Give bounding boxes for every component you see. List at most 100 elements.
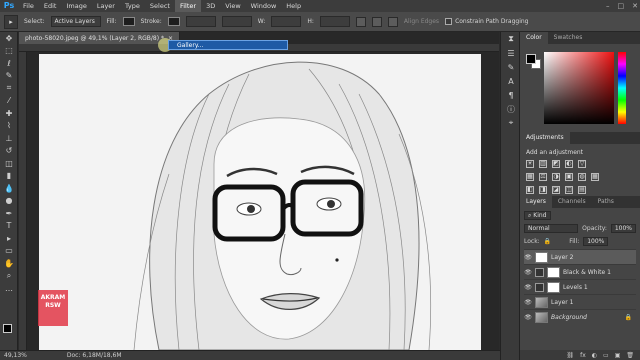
menu-file[interactable]: File — [18, 0, 39, 12]
maximize-button[interactable]: □ — [618, 2, 625, 10]
menu-3d[interactable]: 3D — [201, 0, 220, 12]
marquee-tool-icon[interactable]: ⬚ — [0, 45, 18, 58]
levels-icon[interactable]: ▥ — [539, 160, 547, 168]
character-icon[interactable]: A — [501, 74, 521, 88]
gradient-tool-icon[interactable]: ▮ — [0, 170, 18, 183]
fill-swatch[interactable] — [122, 17, 135, 26]
layer-row[interactable]: 👁 Background 🔒 — [524, 309, 636, 324]
paragraph-icon[interactable]: ¶ — [501, 88, 521, 102]
properties-icon[interactable]: ☰ — [501, 46, 521, 60]
visibility-eye-icon[interactable]: 👁 — [524, 254, 532, 261]
quick-select-tool-icon[interactable]: ✎ — [0, 70, 18, 83]
visibility-eye-icon[interactable]: 👁 — [524, 284, 532, 291]
width-field[interactable] — [271, 16, 302, 27]
move-tool-icon[interactable]: ✥ — [0, 32, 18, 45]
gradient-map-icon[interactable]: ▤ — [578, 186, 586, 194]
color-picker-field[interactable] — [544, 52, 614, 124]
height-field[interactable] — [319, 16, 350, 27]
tab-channels[interactable]: Channels — [552, 196, 592, 208]
layer-row[interactable]: 👁 Layer 1 — [524, 294, 636, 309]
hue-saturation-icon[interactable]: ▦ — [526, 173, 534, 181]
menu-view[interactable]: View — [220, 0, 245, 12]
minimize-button[interactable]: – — [606, 2, 610, 10]
menu-edit[interactable]: Edit — [39, 0, 62, 12]
clone-stamp-icon[interactable]: ⊥ — [0, 132, 18, 145]
foreground-color-swatch[interactable] — [3, 324, 12, 333]
panel-foreground-swatch[interactable] — [526, 54, 536, 64]
hue-slider[interactable] — [618, 52, 626, 124]
lasso-tool-icon[interactable]: ℓ — [0, 57, 18, 70]
layer-style-icon[interactable]: fx — [580, 352, 586, 359]
delete-layer-icon[interactable]: 🗑 — [626, 352, 634, 359]
stroke-type-dropdown[interactable] — [221, 16, 252, 27]
path-selection-tool-icon[interactable]: ▸ — [4, 14, 18, 29]
menu-image[interactable]: Image — [61, 0, 91, 12]
add-mask-icon[interactable]: ◐ — [592, 352, 597, 359]
image-canvas[interactable] — [39, 54, 481, 350]
crop-tool-icon[interactable]: ⌗ — [0, 82, 18, 95]
black-white-icon[interactable]: ◑ — [552, 173, 560, 181]
menu-help[interactable]: Help — [281, 0, 306, 12]
link-layers-icon[interactable]: ⛓ — [566, 352, 574, 359]
menu-filter[interactable]: Filter — [174, 0, 202, 12]
threshold-icon[interactable]: ◪ — [552, 186, 560, 194]
vibrance-icon[interactable]: ▽ — [578, 160, 586, 168]
zoom-tool-icon[interactable]: ⌕ — [0, 270, 18, 283]
channel-mixer-icon[interactable]: ◍ — [578, 173, 586, 181]
visibility-eye-icon[interactable]: 👁 — [524, 314, 532, 321]
select-dropdown[interactable]: Active Layers — [50, 16, 101, 27]
menu-type[interactable]: Type — [120, 0, 145, 12]
layer-row[interactable]: 👁 Layer 2 — [524, 249, 636, 264]
blur-tool-icon[interactable]: 💧 — [0, 182, 18, 195]
visibility-eye-icon[interactable]: 👁 — [524, 269, 532, 276]
info-icon[interactable]: ⓘ — [501, 102, 521, 116]
type-tool-icon[interactable]: T — [0, 220, 18, 233]
brightness-contrast-icon[interactable]: ☀ — [526, 160, 534, 168]
tab-paths[interactable]: Paths — [592, 196, 620, 208]
menu-select[interactable]: Select — [145, 0, 175, 12]
close-button[interactable]: ✕ — [632, 2, 638, 10]
photo-filter-icon[interactable]: ▣ — [565, 173, 573, 181]
visibility-eye-icon[interactable]: 👁 — [524, 299, 532, 306]
tab-color[interactable]: Color — [520, 32, 548, 44]
lock-icon[interactable]: 🔒 — [544, 238, 551, 245]
eyedropper-tool-icon[interactable]: ⁄ — [0, 95, 18, 108]
layer-filter-kind[interactable]: ⌕ Kind — [524, 211, 551, 220]
stroke-width-field[interactable] — [185, 16, 216, 27]
path-operations-icon[interactable] — [355, 16, 366, 27]
history-brush-icon[interactable]: ↺ — [0, 145, 18, 158]
zoom-level[interactable]: 49,13% — [4, 352, 27, 359]
fill-field[interactable]: 100% — [583, 237, 609, 246]
healing-brush-icon[interactable]: ✚ — [0, 107, 18, 120]
color-balance-icon[interactable]: ⚖ — [539, 173, 547, 181]
tab-layers[interactable]: Layers — [520, 196, 552, 208]
filter-gallery-dropdown[interactable]: Gallery... — [168, 40, 288, 50]
path-arrangement-icon[interactable] — [387, 16, 398, 27]
tab-adjustments[interactable]: Adjustments — [520, 132, 570, 144]
dodge-tool-icon[interactable]: ● — [0, 195, 18, 208]
blend-mode-dropdown[interactable]: Normal — [524, 224, 579, 233]
curves-icon[interactable]: ◩ — [552, 160, 560, 168]
posterize-icon[interactable]: ◨ — [539, 186, 547, 194]
menu-window[interactable]: Window — [246, 0, 282, 12]
pen-tool-icon[interactable]: ✒ — [0, 207, 18, 220]
history-icon[interactable]: ⧗ — [501, 32, 521, 46]
new-group-icon[interactable]: ▭ — [603, 352, 609, 359]
new-layer-icon[interactable]: ▣ — [615, 352, 621, 359]
brush-tool-icon[interactable]: ⌇ — [0, 120, 18, 133]
navigator-icon[interactable]: ⌖ — [501, 116, 521, 130]
eraser-tool-icon[interactable]: ◫ — [0, 157, 18, 170]
document-tab[interactable]: photo-58020.jpeg @ 49,1% (Layer 2, RGB/8… — [19, 32, 180, 44]
path-selection-icon[interactable]: ▸ — [0, 232, 18, 245]
more-tools-icon[interactable]: … — [0, 282, 18, 295]
tab-swatches[interactable]: Swatches — [548, 32, 589, 44]
selective-color-icon[interactable]: ◫ — [565, 186, 573, 194]
shape-tool-icon[interactable]: ▭ — [0, 245, 18, 258]
layer-row[interactable]: 👁 Levels 1 — [524, 279, 636, 294]
opacity-field[interactable]: 100% — [610, 224, 636, 233]
color-lookup-icon[interactable]: ▦ — [591, 173, 599, 181]
path-alignment-icon[interactable] — [371, 16, 382, 27]
menu-layer[interactable]: Layer — [92, 0, 120, 12]
constrain-path-checkbox[interactable]: Constrain Path Dragging — [445, 18, 528, 25]
exposure-icon[interactable]: ◐ — [565, 160, 573, 168]
